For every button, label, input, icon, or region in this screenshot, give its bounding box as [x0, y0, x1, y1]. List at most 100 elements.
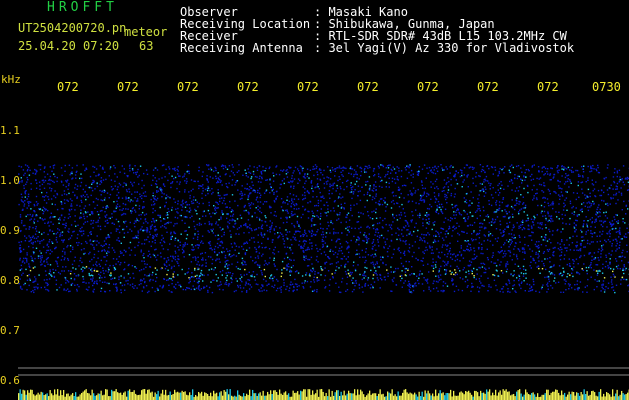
spectrogram-pixel — [554, 277, 556, 279]
spectrogram-pixel — [592, 241, 594, 243]
spectrogram-pixel — [329, 183, 331, 185]
spectrogram-pixel — [591, 255, 593, 258]
spectrogram-pixel — [531, 250, 534, 252]
spectrogram-pixel — [90, 233, 92, 235]
spectrogram-pixel — [561, 213, 563, 216]
spectrogram-pixel — [170, 236, 172, 238]
spectrogram-pixel — [454, 269, 456, 271]
spectrogram-pixel — [316, 280, 318, 282]
spectrogram-pixel — [509, 221, 511, 224]
spectrogram-pixel — [490, 261, 493, 263]
spectrogram-pixel — [87, 211, 89, 213]
spectrogram-pixel — [468, 265, 470, 267]
spectrogram-pixel — [172, 275, 174, 278]
spectrogram-pixel — [72, 177, 74, 179]
spectrogram-pixel — [279, 187, 281, 189]
spectrogram-pixel — [100, 181, 103, 184]
spectrogram-pixel — [356, 239, 358, 241]
spectrogram-pixel — [423, 164, 426, 166]
spectrogram-pixel — [301, 170, 304, 172]
spectrogram-pixel — [577, 289, 579, 291]
spectrogram-pixel — [518, 283, 520, 286]
spectrogram-pixel — [310, 182, 313, 184]
spectrogram-pixel — [106, 214, 108, 216]
spectrogram-pixel — [438, 251, 440, 254]
spectrogram-pixel — [95, 175, 97, 177]
spectrogram-pixel — [488, 203, 490, 205]
spectrogram-pixel — [467, 240, 469, 242]
spectrogram-pixel — [311, 187, 313, 190]
spectrogram-pixel — [84, 221, 86, 223]
spectrogram-pixel — [257, 189, 259, 192]
spectrogram-pixel — [435, 234, 437, 237]
spectrogram-pixel — [443, 265, 446, 267]
spectrogram-pixel — [473, 267, 475, 270]
spectrogram-pixel — [601, 249, 604, 251]
spectrogram-pixel — [131, 265, 134, 267]
spectrogram-pixel — [544, 167, 547, 170]
spectrogram-pixel — [379, 287, 381, 289]
spectrogram-pixel — [81, 234, 83, 237]
spectrogram-pixel — [88, 282, 90, 284]
spectrogram-pixel — [370, 283, 372, 286]
spectrogram-pixel — [304, 191, 306, 194]
spectrogram-pixel — [557, 194, 560, 196]
spectrogram-pixel — [508, 217, 510, 219]
spectrogram-pixel — [105, 238, 107, 240]
spectrogram-pixel — [251, 274, 253, 276]
spectrogram-pixel — [54, 247, 56, 250]
spectrogram-pixel — [346, 234, 348, 236]
spectrogram-pixel — [609, 235, 611, 238]
spectrogram-pixel — [479, 222, 481, 225]
spectrogram-pixel — [625, 278, 628, 281]
spectrogram-pixel — [344, 266, 346, 268]
spectrogram-pixel — [452, 279, 454, 281]
spectrogram-pixel — [217, 189, 219, 191]
spectrogram-pixel — [35, 278, 37, 280]
spectrogram-pixel — [481, 168, 483, 171]
spectrogram-pixel — [400, 233, 403, 235]
spectrogram-pixel — [516, 256, 518, 258]
spectrogram-pixel — [28, 166, 30, 169]
spectrogram-pixel — [582, 223, 585, 225]
spectrogram-pixel — [507, 290, 509, 293]
spectrogram-pixel — [374, 181, 377, 183]
spectrogram-pixel — [24, 240, 27, 242]
spectrogram-pixel — [495, 228, 498, 230]
spectrogram-pixel — [316, 178, 319, 180]
spectrogram-pixel — [425, 195, 428, 198]
spectrogram-pixel — [91, 183, 93, 185]
spectrogram-pixel — [233, 174, 236, 176]
spectrogram-pixel — [201, 192, 203, 195]
spectrogram-pixel — [470, 191, 472, 193]
spectrogram-pixel — [513, 208, 516, 211]
spectrogram-pixel — [413, 230, 415, 233]
spectrogram-pixel — [293, 286, 295, 289]
spectrogram-pixel — [135, 204, 137, 207]
spectrogram-pixel — [504, 255, 506, 257]
spectrogram-pixel — [93, 253, 96, 256]
spectrogram-pixel — [183, 251, 185, 253]
spectrogram-pixel — [587, 177, 589, 179]
spectrogram-pixel — [19, 285, 22, 288]
spectrogram-pixel — [373, 197, 376, 200]
spectrogram-pixel — [19, 278, 21, 280]
spectrogram-pixel — [297, 170, 300, 172]
spectrogram-pixel — [454, 274, 456, 276]
spectrogram-pixel — [450, 192, 453, 195]
spectrogram-pixel — [437, 231, 439, 234]
spectrogram-pixel — [574, 288, 576, 291]
spectrogram-pixel — [544, 236, 546, 238]
spectrogram-pixel — [412, 193, 414, 195]
spectrogram-pixel — [369, 217, 372, 219]
spectrogram-pixel — [262, 203, 264, 205]
spectrogram-pixel — [557, 185, 560, 187]
spectrogram-pixel — [152, 218, 154, 220]
spectrogram-pixel — [461, 289, 464, 292]
spectrogram-pixel — [492, 219, 494, 221]
spectrogram — [18, 164, 629, 400]
spectrogram-pixel — [576, 219, 578, 222]
spectrogram-pixel — [230, 256, 232, 258]
spectrogram-pixel — [466, 232, 468, 234]
spectrogram-pixel — [592, 190, 594, 192]
